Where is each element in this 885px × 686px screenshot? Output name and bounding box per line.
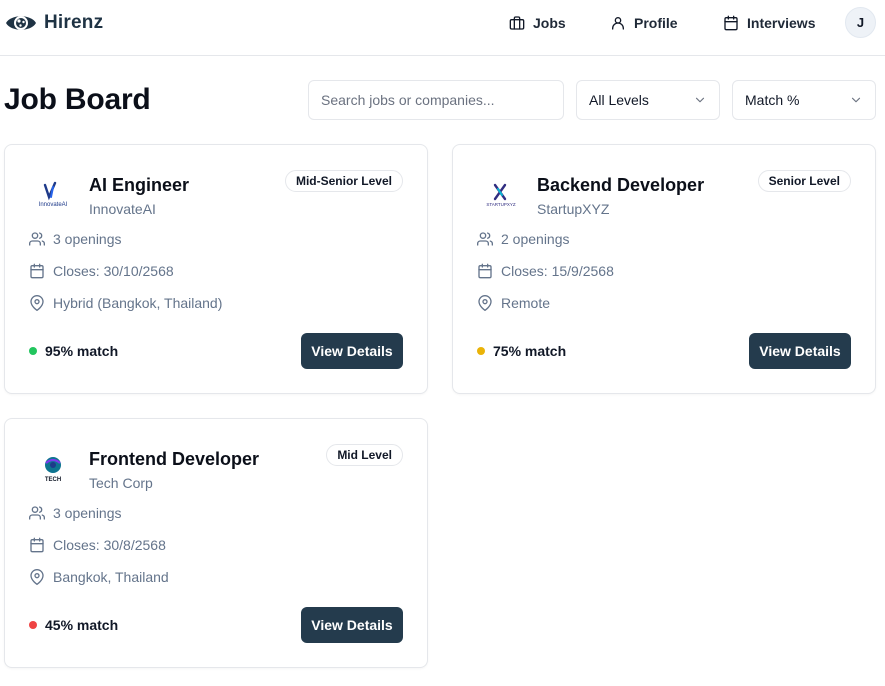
users-icon (29, 506, 45, 520)
nav-interviews[interactable]: Interviews (723, 0, 815, 46)
top-navbar: Hirenz Jobs Profile Interviews J (0, 0, 885, 56)
closes-text: Closes: 30/8/2568 (53, 537, 166, 553)
job-card[interactable]: TECH Frontend Developer Tech Corp Mid Le… (4, 418, 428, 668)
chevron-down-icon (695, 97, 705, 103)
view-details-button[interactable]: View Details (301, 607, 403, 643)
match-text: 45% match (45, 617, 119, 633)
user-avatar[interactable]: J (845, 7, 876, 38)
nav-jobs[interactable]: Jobs (509, 0, 566, 46)
view-details-button[interactable]: View Details (301, 333, 403, 369)
sort-filter-value: Match % (745, 92, 800, 108)
openings-row: 3 openings (29, 505, 122, 521)
calendar-icon (478, 263, 492, 279)
location-text: Hybrid (Bangkok, Thailand) (53, 295, 223, 311)
job-title: Frontend Developer (89, 449, 260, 469)
company-name: StartupXYZ (537, 201, 610, 217)
users-icon (477, 232, 493, 246)
location-row: Bangkok, Thailand (29, 569, 169, 585)
level-badge: Senior Level (757, 170, 851, 192)
page-title: Job Board (4, 83, 151, 116)
logo-text: InnovateAI (39, 202, 68, 208)
nav-interviews-label: Interviews (747, 15, 816, 31)
match-indicator: 75% match (477, 343, 566, 359)
users-icon (29, 232, 45, 246)
level-badge: Mid-Senior Level (284, 170, 403, 192)
openings-row: 3 openings (29, 231, 122, 247)
location-row: Remote (477, 295, 550, 311)
map-pin-icon (478, 295, 492, 311)
view-details-button[interactable]: View Details (749, 333, 851, 369)
user-icon (612, 17, 624, 30)
techcorp-logo-icon: TECH (45, 457, 61, 483)
calendar-icon (724, 15, 738, 31)
job-card[interactable]: STARTUPXYZ Backend Developer StartupXYZ … (452, 144, 876, 394)
company-logo: STARTUPXYZ (475, 175, 527, 215)
closes-row: Closes: 15/9/2568 (477, 263, 614, 279)
match-text: 75% match (493, 343, 567, 359)
location-text: Remote (501, 295, 551, 311)
company-logo: InnovateAI (27, 175, 79, 215)
match-dot (477, 347, 485, 355)
calendar-icon (30, 537, 44, 553)
openings-row: 2 openings (477, 231, 570, 247)
map-pin-icon (30, 569, 44, 585)
location-row: Hybrid (Bangkok, Thailand) (29, 295, 222, 311)
company-name: InnovateAI (89, 201, 156, 217)
brand[interactable]: Hirenz (4, 9, 103, 37)
nav-profile[interactable]: Profile (610, 0, 678, 46)
calendar-icon (30, 263, 44, 279)
level-filter-select[interactable]: All Levels (576, 80, 720, 120)
company-name: Tech Corp (89, 475, 153, 491)
sort-filter-select[interactable]: Match % (732, 80, 876, 120)
search-input[interactable] (308, 80, 564, 120)
company-logo: TECH (27, 449, 79, 489)
startupxyz-logo-icon: STARTUPXYZ (486, 183, 516, 207)
match-text: 95% match (45, 343, 119, 359)
closes-text: Closes: 15/9/2568 (501, 263, 614, 279)
level-badge: Mid Level (326, 444, 403, 466)
openings-text: 3 openings (53, 505, 122, 521)
nav-profile-label: Profile (634, 15, 678, 31)
location-text: Bangkok, Thailand (53, 569, 169, 585)
brand-name: Hirenz (44, 12, 104, 33)
match-dot (29, 621, 37, 629)
innovateai-logo-icon: InnovateAI (39, 181, 68, 208)
level-filter-value: All Levels (589, 92, 649, 108)
chevron-down-icon (851, 97, 861, 103)
job-card[interactable]: InnovateAI AI Engineer InnovateAI Mid-Se… (4, 144, 428, 394)
eye-logo-icon (6, 16, 36, 30)
closes-row: Closes: 30/10/2568 (29, 263, 174, 279)
match-indicator: 45% match (29, 617, 118, 633)
openings-text: 3 openings (53, 231, 122, 247)
logo-text: TECH (45, 477, 61, 483)
job-title: AI Engineer (89, 175, 190, 195)
match-indicator: 95% match (29, 343, 118, 359)
logo-text: STARTUPXYZ (486, 202, 516, 207)
match-dot (29, 347, 37, 355)
nav-jobs-label: Jobs (533, 15, 566, 31)
briefcase-icon (509, 16, 525, 30)
job-title: Backend Developer (537, 175, 705, 195)
openings-text: 2 openings (501, 231, 570, 247)
closes-row: Closes: 30/8/2568 (29, 537, 166, 553)
map-pin-icon (30, 295, 44, 311)
closes-text: Closes: 30/10/2568 (53, 263, 174, 279)
